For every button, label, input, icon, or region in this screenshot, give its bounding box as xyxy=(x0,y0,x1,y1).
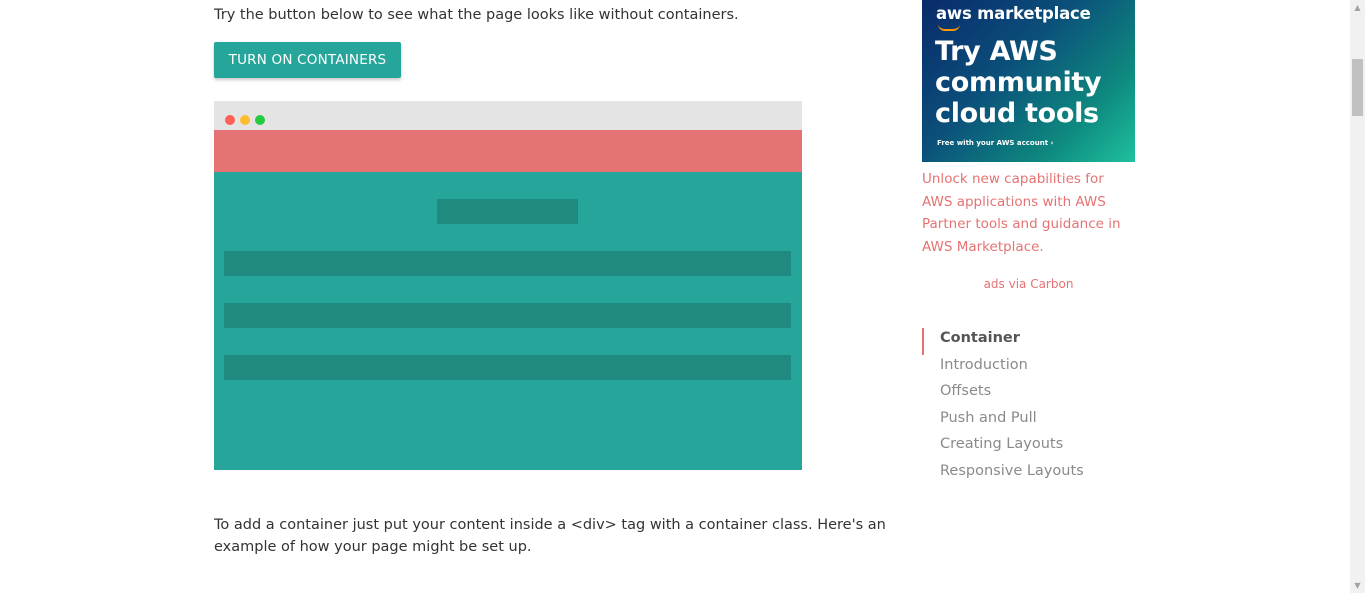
mock-title-block xyxy=(437,199,578,224)
aws-smile-icon xyxy=(938,24,960,31)
maximize-dot-icon xyxy=(255,115,265,125)
toc-item-offsets[interactable]: Offsets xyxy=(922,381,1084,408)
minimize-dot-icon xyxy=(240,115,250,125)
close-dot-icon xyxy=(225,115,235,125)
ad-headline: Try AWS community cloud tools xyxy=(935,36,1102,129)
scroll-down-arrow-icon[interactable]: ▼ xyxy=(1350,578,1365,593)
mock-content-row xyxy=(224,251,791,276)
toc-item-container[interactable]: Container xyxy=(922,328,1084,355)
toc-item-push-and-pull[interactable]: Push and Pull xyxy=(922,408,1084,435)
description-text: To add a container just put your content… xyxy=(214,517,886,555)
ad-banner-image[interactable]: aws marketplace Try AWS community cloud … xyxy=(922,0,1135,162)
mock-content-row xyxy=(224,355,791,380)
ad-brand-logo: aws marketplace xyxy=(936,4,1091,23)
toc-item-responsive-layouts[interactable]: Responsive Layouts xyxy=(922,461,1084,488)
toc-item-creating-layouts[interactable]: Creating Layouts xyxy=(922,434,1084,461)
turn-on-containers-button[interactable]: TURN ON CONTAINERS xyxy=(214,42,401,78)
scroll-up-arrow-icon[interactable]: ▲ xyxy=(1350,0,1365,15)
mock-content-row xyxy=(224,303,791,328)
browser-mockup xyxy=(214,101,802,470)
intro-text: Try the button below to see what the pag… xyxy=(214,7,739,23)
ad-text-link[interactable]: Unlock new capabilities for AWS applicat… xyxy=(922,168,1135,258)
ad-small-print: Free with your AWS account › xyxy=(937,139,1054,147)
mock-header-block xyxy=(214,130,802,172)
table-of-contents: Container Introduction Offsets Push and … xyxy=(922,328,1084,487)
vertical-scrollbar[interactable]: ▲ ▼ xyxy=(1350,0,1365,593)
ads-via-carbon-link[interactable]: ads via Carbon xyxy=(922,277,1135,291)
scrollbar-thumb[interactable] xyxy=(1352,59,1363,116)
browser-titlebar xyxy=(214,101,802,130)
toc-item-introduction[interactable]: Introduction xyxy=(922,355,1084,382)
